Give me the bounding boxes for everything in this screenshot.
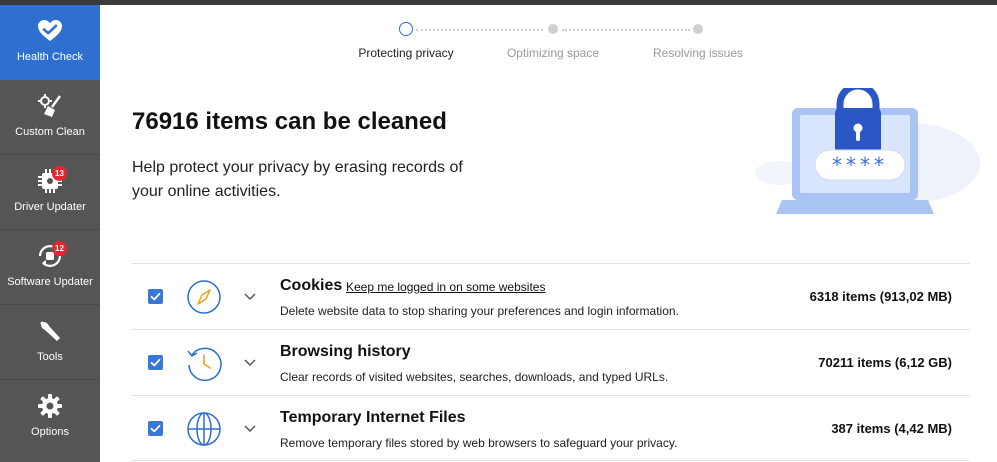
gear-icon — [36, 392, 64, 420]
step-connector — [562, 29, 690, 31]
cookies-checkbox[interactable] — [148, 289, 163, 304]
temp-files-checkbox[interactable] — [148, 421, 163, 436]
row-description: Delete website data to stop sharing your… — [280, 304, 679, 318]
sidebar-item-label: Health Check — [16, 51, 84, 63]
sidebar-item-tools[interactable]: Tools — [0, 305, 100, 380]
sidebar-item-label: Tools — [37, 351, 63, 363]
history-clock-icon — [186, 345, 222, 381]
row-title: Cookies — [280, 277, 343, 294]
row-description: Clear records of visited websites, searc… — [280, 370, 669, 384]
expand-history-chevron-down-icon[interactable] — [242, 354, 258, 370]
step-label-resolving-issues: Resolving issues — [652, 46, 744, 60]
keep-logged-in-link[interactable]: Keep me logged in on some websites — [346, 280, 545, 294]
step-label-protecting-privacy: Protecting privacy — [358, 46, 454, 60]
sidebar-item-label: Software Updater — [7, 276, 93, 288]
row-item-count: 6318 items (913,02 MB) — [809, 289, 952, 304]
globe-icon — [186, 411, 222, 447]
heart-icon — [36, 17, 64, 45]
step-label-optimizing-space: Optimizing space — [506, 46, 600, 60]
row-title: Temporary Internet Files — [280, 409, 466, 426]
software-updates-badge: 12 — [52, 241, 67, 256]
sidebar-item-software-updater[interactable]: 12 Software Updater — [0, 230, 100, 305]
broom-icon — [36, 92, 64, 120]
row-title: Browsing history — [280, 343, 411, 360]
sidebar-item-options[interactable]: Options — [0, 380, 100, 455]
driver-updates-badge: 13 — [52, 166, 67, 181]
privacy-items-list: Cookies Keep me logged in on some websit… — [131, 263, 970, 461]
list-item-browsing-history: Browsing history Clear records of visite… — [131, 329, 970, 395]
sidebar-item-label: Custom Clean — [15, 126, 85, 138]
step-dot-pending — [548, 24, 558, 34]
page-title: 76916 items can be cleaned — [132, 108, 447, 135]
password-mask-text: **** — [832, 153, 888, 177]
row-item-count: 70211 items (6,12 GB) — [818, 355, 952, 370]
step-dot-current — [399, 22, 413, 36]
sidebar-item-custom-clean[interactable]: Custom Clean — [0, 80, 100, 155]
privacy-lock-illustration: **** — [740, 82, 980, 228]
compass-icon — [186, 279, 222, 315]
sidebar-item-health-check[interactable]: Health Check — [0, 5, 100, 80]
page-description: Help protect your privacy by erasing rec… — [132, 159, 463, 200]
list-item-cookies: Cookies Keep me logged in on some websit… — [131, 263, 970, 329]
list-item-temporary-internet-files: Temporary Internet Files Remove temporar… — [131, 395, 970, 461]
sidebar-item-driver-updater[interactable]: 13 Driver Updater — [0, 155, 100, 230]
sidebar-item-label: Options — [31, 426, 69, 438]
row-item-count: 387 items (4,42 MB) — [831, 421, 952, 436]
window-top-bar — [0, 0, 997, 5]
sidebar-item-label: Driver Updater — [14, 201, 86, 213]
browsing-history-checkbox[interactable] — [148, 355, 163, 370]
expand-cookies-chevron-down-icon[interactable] — [242, 288, 258, 304]
row-description: Remove temporary files stored by web bro… — [280, 436, 678, 450]
step-connector — [416, 29, 543, 31]
step-dot-pending — [693, 24, 703, 34]
sidebar: Health Check Custom Clean 13 Driver Upda… — [0, 5, 100, 462]
expand-temp-files-chevron-down-icon[interactable] — [242, 420, 258, 436]
wrench-icon — [36, 317, 64, 345]
progress-steps: Protecting privacy Optimizing space Reso… — [340, 22, 760, 62]
